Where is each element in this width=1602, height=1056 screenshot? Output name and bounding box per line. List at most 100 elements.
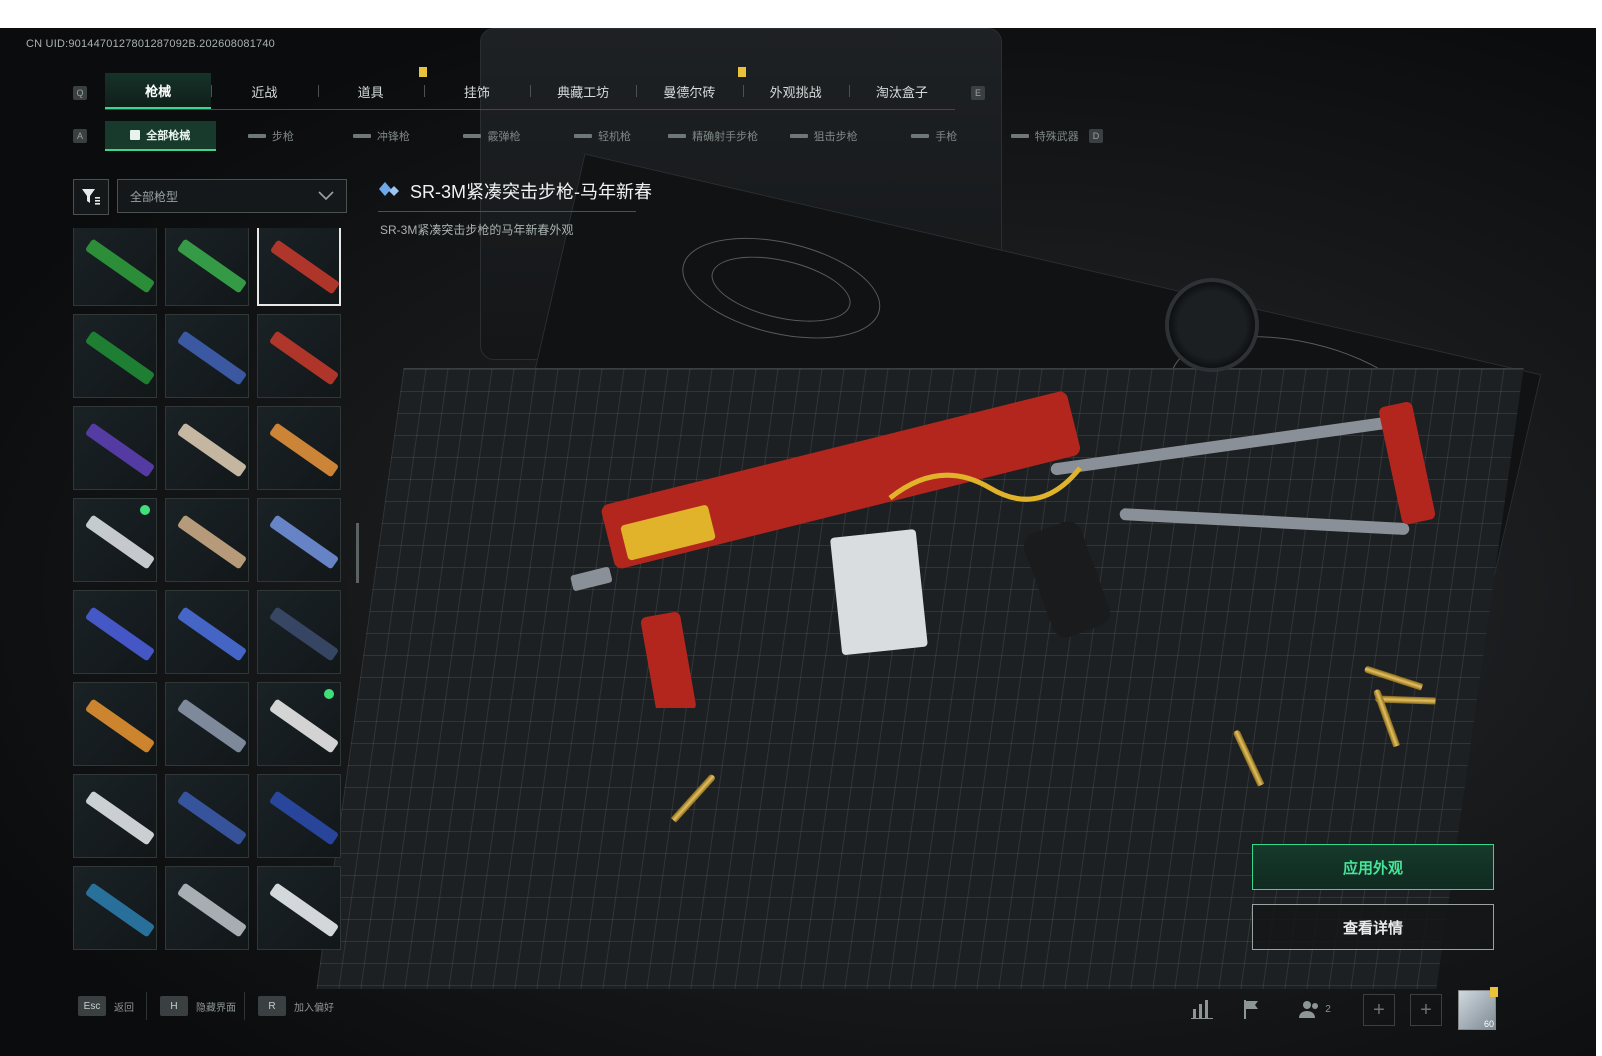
skin-tile[interactable] [165,406,249,490]
invite-slot-2[interactable]: + [1410,994,1442,1026]
subtab-item[interactable]: 霰弹枪 [437,121,548,151]
footer-fav-label: 加入偏好 [294,1002,334,1014]
title-divider [378,211,636,212]
footer-fav-key: R [258,996,286,1016]
skin-tile[interactable] [165,866,249,950]
subtab-item[interactable]: 轻机枪 [547,121,658,151]
skin-thumbnail [176,882,248,938]
subtab-item[interactable]: 狙击步枪 [768,121,879,151]
tab-next-key: E [971,86,985,100]
subtab-item[interactable]: 手枪 [879,121,990,151]
subtab-item[interactable]: 步枪 [216,121,327,151]
skin-thumbnail [268,422,340,478]
skin-thumbnail [176,422,248,478]
player-level: 60 [1483,1019,1494,1029]
tab-item[interactable]: 枪械 [105,73,212,109]
invite-slot-1[interactable]: + [1363,994,1395,1026]
skin-tile[interactable] [257,406,341,490]
skin-thumbnail [268,330,340,386]
skin-tile[interactable] [73,498,157,582]
apply-skin-button[interactable]: 应用外观 [1252,844,1494,890]
item-title: SR-3M紧凑突击步枪-马年新春 [410,182,652,202]
footer-back[interactable]: Esc 返回 [78,996,134,1016]
skin-tile[interactable] [257,498,341,582]
skin-thumbnail [268,698,340,754]
tab-item[interactable]: 近战 [211,73,317,109]
owned-dot-icon [140,505,150,515]
tab-item[interactable]: 淘汰盒子 [848,73,955,109]
skin-tile[interactable] [165,228,249,306]
skin-thumbnail [176,238,248,294]
skin-thumbnail [269,239,339,295]
footer-divider [146,992,147,1020]
tab-item[interactable]: 挂饰 [423,73,530,109]
item-title-row: SR-3M紧凑突击步枪-马年新春 [378,178,668,204]
skin-tile[interactable] [73,314,157,398]
subtab-item[interactable]: 特殊武器 [990,121,1101,151]
weapon-silhouette-icon [668,134,687,138]
skin-tile[interactable] [73,866,157,950]
category-tabs: 枪械 近战 道具 挂饰 典藏工坊 曼德尔砖 外观挑战 淘汰盒子 [105,67,955,110]
compass-prop [1165,278,1259,372]
skin-thumbnail [268,882,340,938]
weapon-silhouette-icon [574,134,593,138]
tab-label: 近战 [251,84,278,100]
dropdown-value: 全部枪型 [130,189,179,204]
squad-button[interactable]: 2 [1293,994,1337,1024]
subtab-label: 手枪 [935,131,958,143]
skin-tile[interactable] [165,590,249,674]
skin-tile[interactable] [257,774,341,858]
skin-tile[interactable] [165,498,249,582]
tab-item[interactable]: 曼德尔砖 [636,67,746,109]
skin-tile[interactable] [165,314,249,398]
skin-thumbnail [268,606,340,662]
weapon-silhouette-icon [789,134,808,138]
skin-grid-scrollbar[interactable] [356,523,359,583]
skin-tile[interactable] [165,682,249,766]
skin-tile[interactable] [73,774,157,858]
owned-dot-icon [324,689,334,699]
skin-tile[interactable] [73,590,157,674]
footer-add-favorite[interactable]: R 加入偏好 [258,996,334,1016]
tab-item[interactable]: 道具 [317,67,427,109]
skin-tile[interactable] [257,228,341,306]
weapon-silhouette-icon [911,134,930,138]
footer-hide-key: H [160,996,188,1016]
weapon-silhouette-icon [352,134,371,138]
skin-tile[interactable] [257,866,341,950]
game-stage: CN UID:9014470127801287092B.202608081740… [0,28,1602,1056]
skin-tile[interactable] [257,682,341,766]
weapon-silhouette-icon [463,134,482,138]
tab-label: 曼德尔砖 [663,84,716,100]
notification-badge [1490,987,1498,997]
skin-tile[interactable] [73,682,157,766]
tab-label: 枪械 [145,83,172,99]
tab-item[interactable]: 外观挑战 [742,73,849,109]
footer-hide-ui[interactable]: H 隐藏界面 [160,996,236,1016]
tab-item[interactable]: 典藏工坊 [530,73,636,109]
skin-tile[interactable] [73,228,157,306]
skin-tile[interactable] [257,314,341,398]
item-description: SR-3M紧凑突击步枪的马年新春外观 [380,223,574,237]
skin-tile[interactable] [257,590,341,674]
subtab-item[interactable]: 冲锋枪 [326,121,437,151]
filter-button[interactable] [73,179,109,215]
subtab-item[interactable]: 精确射手步枪 [658,121,769,151]
player-avatar[interactable]: 60 [1458,987,1498,1030]
weapon-type-dropdown[interactable]: 全部枪型 [117,179,347,213]
view-details-button[interactable]: 查看详情 [1252,904,1494,950]
subtab-label: 全部枪械 [146,130,191,142]
subtab-item[interactable]: 全部枪械 [105,121,216,151]
chevron-down-icon [318,191,334,201]
flag-icon[interactable] [1236,994,1266,1024]
skin-thumbnail [176,514,248,570]
filter-icon [82,189,100,205]
skin-thumbnail [84,238,156,294]
skin-tile[interactable] [73,406,157,490]
uid-watermark: CN UID:9014470127801287092B.202608081740 [26,38,275,50]
stats-icon[interactable] [1187,994,1217,1024]
plus-icon: + [1373,998,1385,1021]
skin-tile[interactable] [165,774,249,858]
tab-label: 挂饰 [463,84,490,100]
subtab-label: 狙击步枪 [813,131,858,143]
